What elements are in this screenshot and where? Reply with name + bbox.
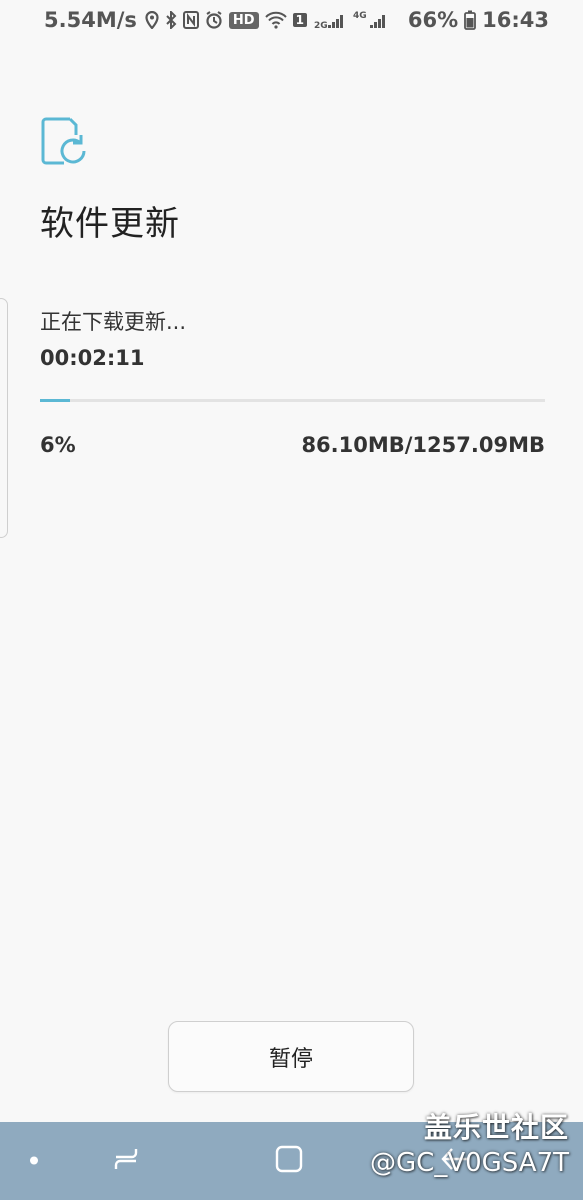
- battery-percent: 66%: [407, 8, 459, 32]
- progress-percent: 6%: [40, 433, 76, 457]
- battery-icon: [464, 10, 477, 30]
- download-progress-bar: [40, 399, 545, 402]
- location-icon: [145, 11, 159, 29]
- status-icons: HD 1 2G 4G: [145, 10, 387, 30]
- watermark-handle: @GC_V0GSA7T: [370, 1148, 569, 1178]
- download-progress-fill: [40, 399, 71, 402]
- alarm-icon: [205, 11, 223, 29]
- sim-badge: 1: [292, 13, 307, 27]
- home-icon[interactable]: [274, 1144, 304, 1178]
- clock: 16:43: [482, 8, 549, 32]
- svg-text:2G: 2G: [314, 21, 328, 30]
- dot-icon[interactable]: [28, 1152, 40, 1171]
- pause-button[interactable]: 暂停: [168, 1021, 414, 1092]
- download-size: 86.10MB/1257.09MB: [301, 433, 545, 457]
- net-speed: 5.54M/s: [44, 8, 137, 32]
- elapsed-time: 00:02:11: [40, 346, 145, 370]
- nfc-icon: [182, 11, 199, 29]
- edge-panel-handle[interactable]: [0, 298, 8, 538]
- watermark-title: 盖乐世社区: [423, 1111, 569, 1144]
- software-update-icon: [40, 115, 90, 167]
- signal-4g-icon: 4G: [353, 10, 387, 30]
- bluetooth-icon: [165, 11, 177, 29]
- download-status-text: 正在下载更新...: [40, 310, 187, 334]
- status-left: 5.54M/s: [44, 8, 137, 32]
- svg-text:4G: 4G: [353, 11, 367, 21]
- page-title: 软件更新: [40, 204, 180, 244]
- status-bar: 5.54M/s HD 1 2G 4G 66% 16:43: [0, 0, 583, 40]
- wifi-icon: [264, 11, 287, 29]
- signal-2g-icon: 2G: [313, 10, 347, 30]
- recent-apps-icon[interactable]: [112, 1145, 140, 1177]
- hd-voice-badge: HD: [228, 11, 259, 29]
- status-right: 66% 16:43: [408, 8, 549, 32]
